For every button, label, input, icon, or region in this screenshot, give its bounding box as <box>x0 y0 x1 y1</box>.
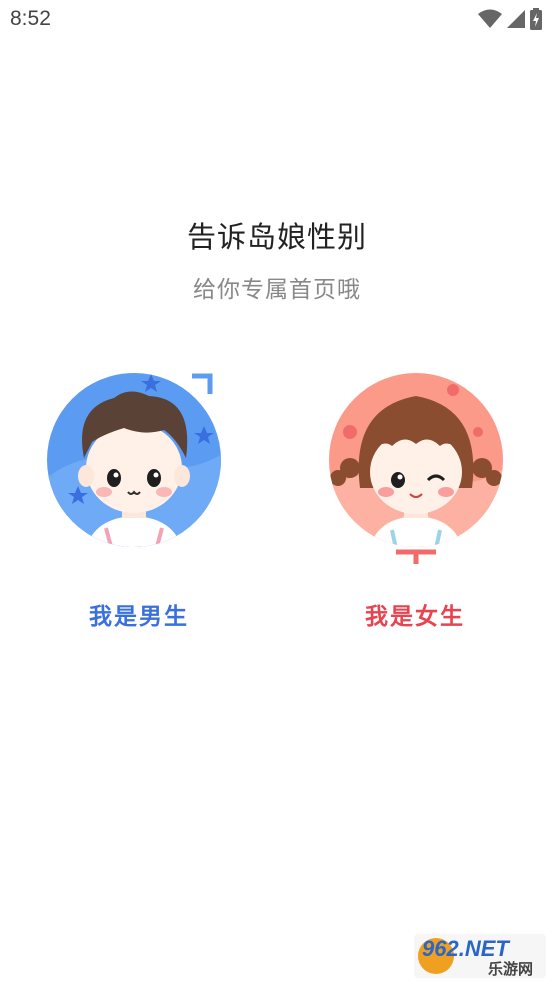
status-time: 8:52 <box>10 7 51 30</box>
page-subtitle: 给你专属首页哦 <box>193 277 361 303</box>
status-bar: 8:52 <box>0 0 554 40</box>
wifi-icon <box>478 9 502 28</box>
female-option[interactable]: 我是女生 <box>320 368 510 648</box>
status-icons <box>478 8 542 30</box>
male-option[interactable]: 我是男生 <box>44 368 234 648</box>
female-option-label[interactable]: 我是女生 <box>320 597 510 631</box>
female-avatar[interactable] <box>320 368 510 568</box>
male-option-label[interactable]: 我是男生 <box>44 597 234 631</box>
watermark-logo: 962.NET 乐游网 <box>414 934 546 978</box>
battery-charging-icon <box>530 8 542 30</box>
page-title: 告诉岛娘性别 <box>186 220 367 254</box>
male-avatar[interactable] <box>44 368 234 568</box>
watermark-caption: 乐游网 <box>488 961 534 978</box>
signal-icon <box>507 10 525 28</box>
